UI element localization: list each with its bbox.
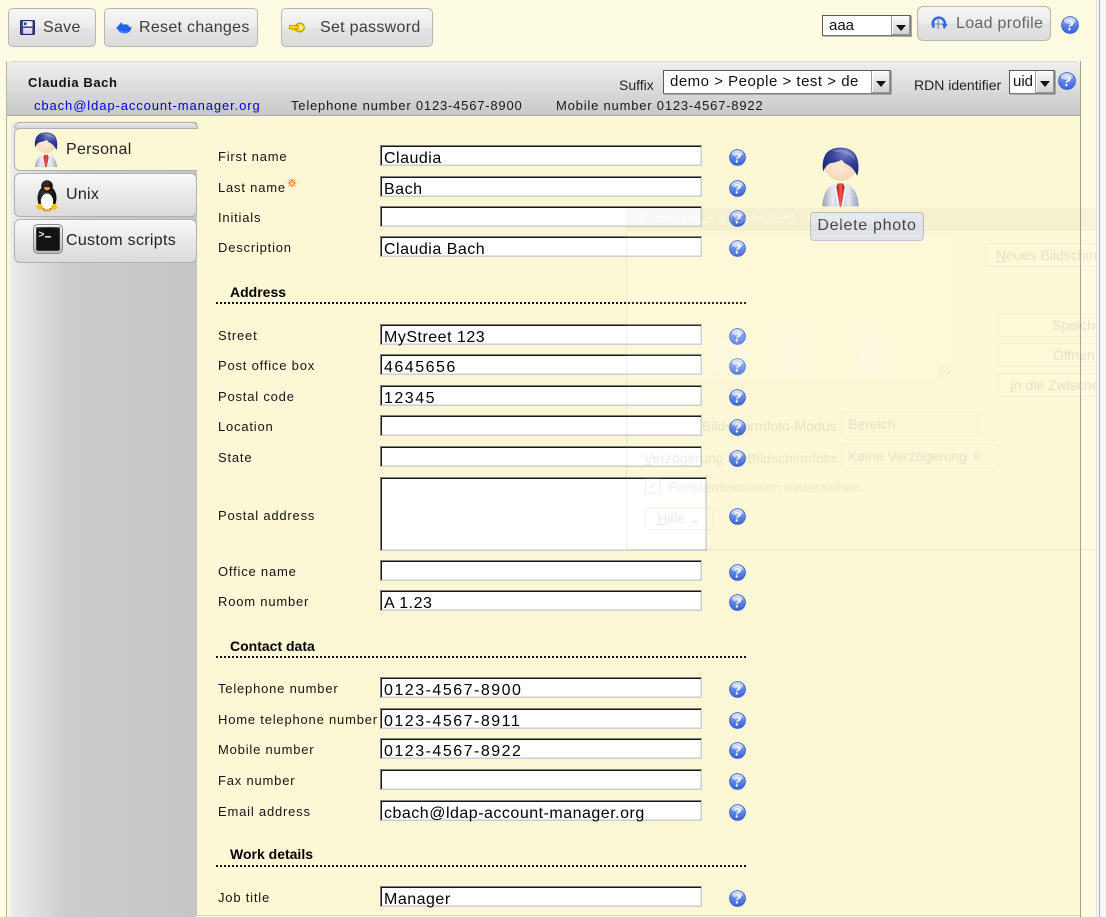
- svg-text:>: >: [39, 231, 45, 242]
